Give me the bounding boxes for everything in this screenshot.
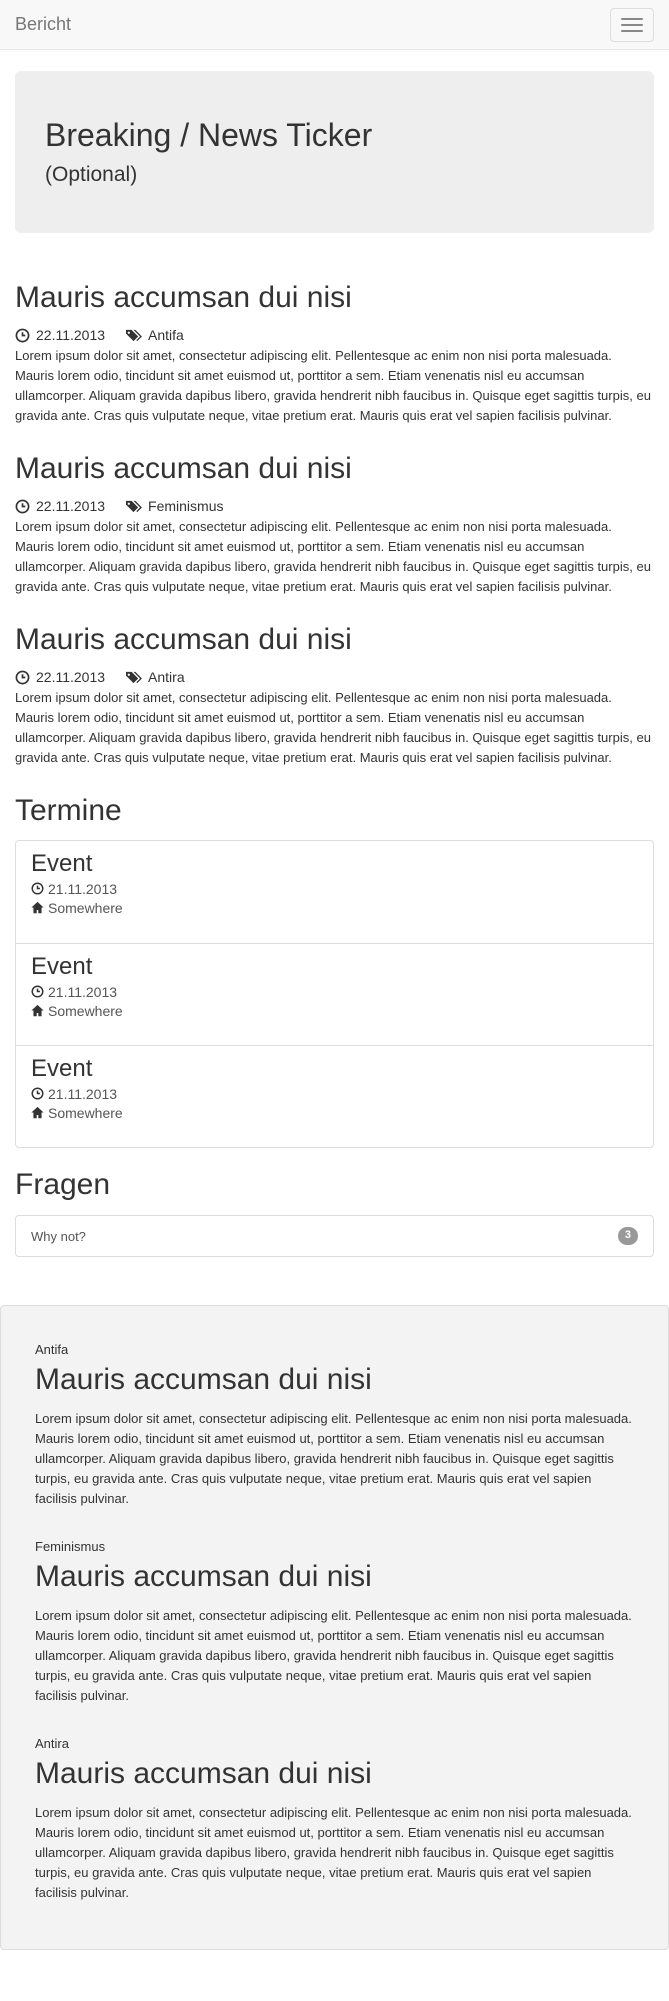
event-title: Event	[31, 1055, 93, 1082]
featured-category[interactable]: Feminismus	[35, 1539, 634, 1554]
featured-category[interactable]: Antifa	[35, 1342, 634, 1357]
event-place: Somewhere	[48, 899, 123, 916]
event-date: 21.11.2013	[48, 1085, 118, 1102]
home-icon	[31, 1004, 44, 1017]
featured-body: Lorem ipsum dolor sit amet, consectetur …	[35, 1805, 632, 1900]
event-place-row: Somewhere	[31, 1003, 638, 1019]
event-date: 21.11.2013	[48, 983, 118, 1000]
featured-title[interactable]: Mauris accumsan dui nisi	[35, 1757, 634, 1790]
event-title: Event	[31, 953, 93, 980]
featured-item: Feminismus Mauris accumsan dui nisi Lore…	[35, 1539, 634, 1706]
clock-icon	[15, 499, 30, 513]
post-item: Mauris accumsan dui nisi 22.11.2013 Femi…	[15, 452, 654, 597]
hamburger-icon	[621, 17, 643, 20]
event-date-row: 21.11.2013	[31, 881, 638, 897]
main-content: Breaking / News Ticker (Optional) Mauris…	[0, 71, 669, 1257]
termine-heading: Termine	[15, 794, 122, 827]
tags-icon	[126, 329, 142, 341]
event-place-row: Somewhere	[31, 900, 638, 916]
post-body: Lorem ipsum dolor sit amet, consectetur …	[15, 348, 651, 423]
post-tag[interactable]: Antira	[148, 669, 185, 685]
home-icon	[31, 901, 44, 914]
clock-icon	[31, 1087, 44, 1100]
event-list: Event 21.11.2013 Somewhere Event 21.11.2…	[15, 840, 654, 1148]
clock-icon	[31, 985, 44, 998]
post-item: Mauris accumsan dui nisi 22.11.2013 Anti…	[15, 623, 654, 768]
event-place: Somewhere	[48, 1104, 123, 1121]
menu-toggle-button[interactable]	[610, 7, 654, 42]
featured-body: Lorem ipsum dolor sit amet, consectetur …	[35, 1608, 632, 1703]
post-list: Mauris accumsan dui nisi 22.11.2013 Anti…	[15, 281, 654, 768]
event-item[interactable]: Event 21.11.2013 Somewhere	[16, 1045, 653, 1147]
post-tag[interactable]: Antifa	[148, 327, 184, 343]
post-item: Mauris accumsan dui nisi 22.11.2013 Anti…	[15, 281, 654, 426]
post-title[interactable]: Mauris accumsan dui nisi	[15, 281, 654, 314]
event-place: Somewhere	[48, 1002, 123, 1019]
featured-item: Antira Mauris accumsan dui nisi Lorem ip…	[35, 1736, 634, 1903]
event-date-row: 21.11.2013	[31, 984, 638, 1000]
news-ticker-title: Breaking / News Ticker	[45, 117, 373, 153]
post-title[interactable]: Mauris accumsan dui nisi	[15, 452, 654, 485]
event-item[interactable]: Event 21.11.2013 Somewhere	[16, 841, 653, 943]
post-title[interactable]: Mauris accumsan dui nisi	[15, 623, 654, 656]
faq-item[interactable]: Why not? 3	[15, 1215, 654, 1257]
tags-icon	[126, 671, 142, 683]
clock-icon	[15, 670, 30, 684]
post-date: 22.11.2013	[36, 498, 106, 514]
clock-icon	[31, 882, 44, 895]
event-date-row: 21.11.2013	[31, 1086, 638, 1102]
navbar: Bericht	[0, 0, 669, 50]
faq-question: Why not?	[31, 1228, 86, 1244]
event-item[interactable]: Event 21.11.2013 Somewhere	[16, 943, 653, 1045]
event-date: 21.11.2013	[48, 880, 118, 897]
post-tag[interactable]: Feminismus	[148, 498, 223, 514]
post-date: 22.11.2013	[36, 327, 106, 343]
featured-body: Lorem ipsum dolor sit amet, consectetur …	[35, 1411, 632, 1506]
tags-icon	[126, 500, 142, 512]
fragen-heading: Fragen	[15, 1168, 111, 1201]
home-icon	[31, 1106, 44, 1119]
post-meta: 22.11.2013 Antira	[15, 669, 654, 685]
post-meta: 22.11.2013 Antifa	[15, 327, 654, 343]
featured-title[interactable]: Mauris accumsan dui nisi	[35, 1363, 634, 1396]
post-date: 22.11.2013	[36, 669, 106, 685]
news-ticker-subtitle: (Optional)	[45, 163, 138, 187]
faq-count-badge: 3	[617, 1227, 638, 1245]
featured-section: Antifa Mauris accumsan dui nisi Lorem ip…	[0, 1305, 669, 1950]
navbar-brand[interactable]: Bericht	[15, 14, 71, 35]
event-place-row: Somewhere	[31, 1105, 638, 1121]
clock-icon	[15, 328, 30, 342]
event-title: Event	[31, 850, 93, 877]
post-body: Lorem ipsum dolor sit amet, consectetur …	[15, 690, 651, 765]
news-ticker: Breaking / News Ticker (Optional)	[15, 71, 654, 233]
post-meta: 22.11.2013 Feminismus	[15, 498, 654, 514]
post-body: Lorem ipsum dolor sit amet, consectetur …	[15, 519, 651, 594]
featured-title[interactable]: Mauris accumsan dui nisi	[35, 1560, 634, 1593]
featured-item: Antifa Mauris accumsan dui nisi Lorem ip…	[35, 1342, 634, 1509]
featured-category[interactable]: Antira	[35, 1736, 634, 1751]
